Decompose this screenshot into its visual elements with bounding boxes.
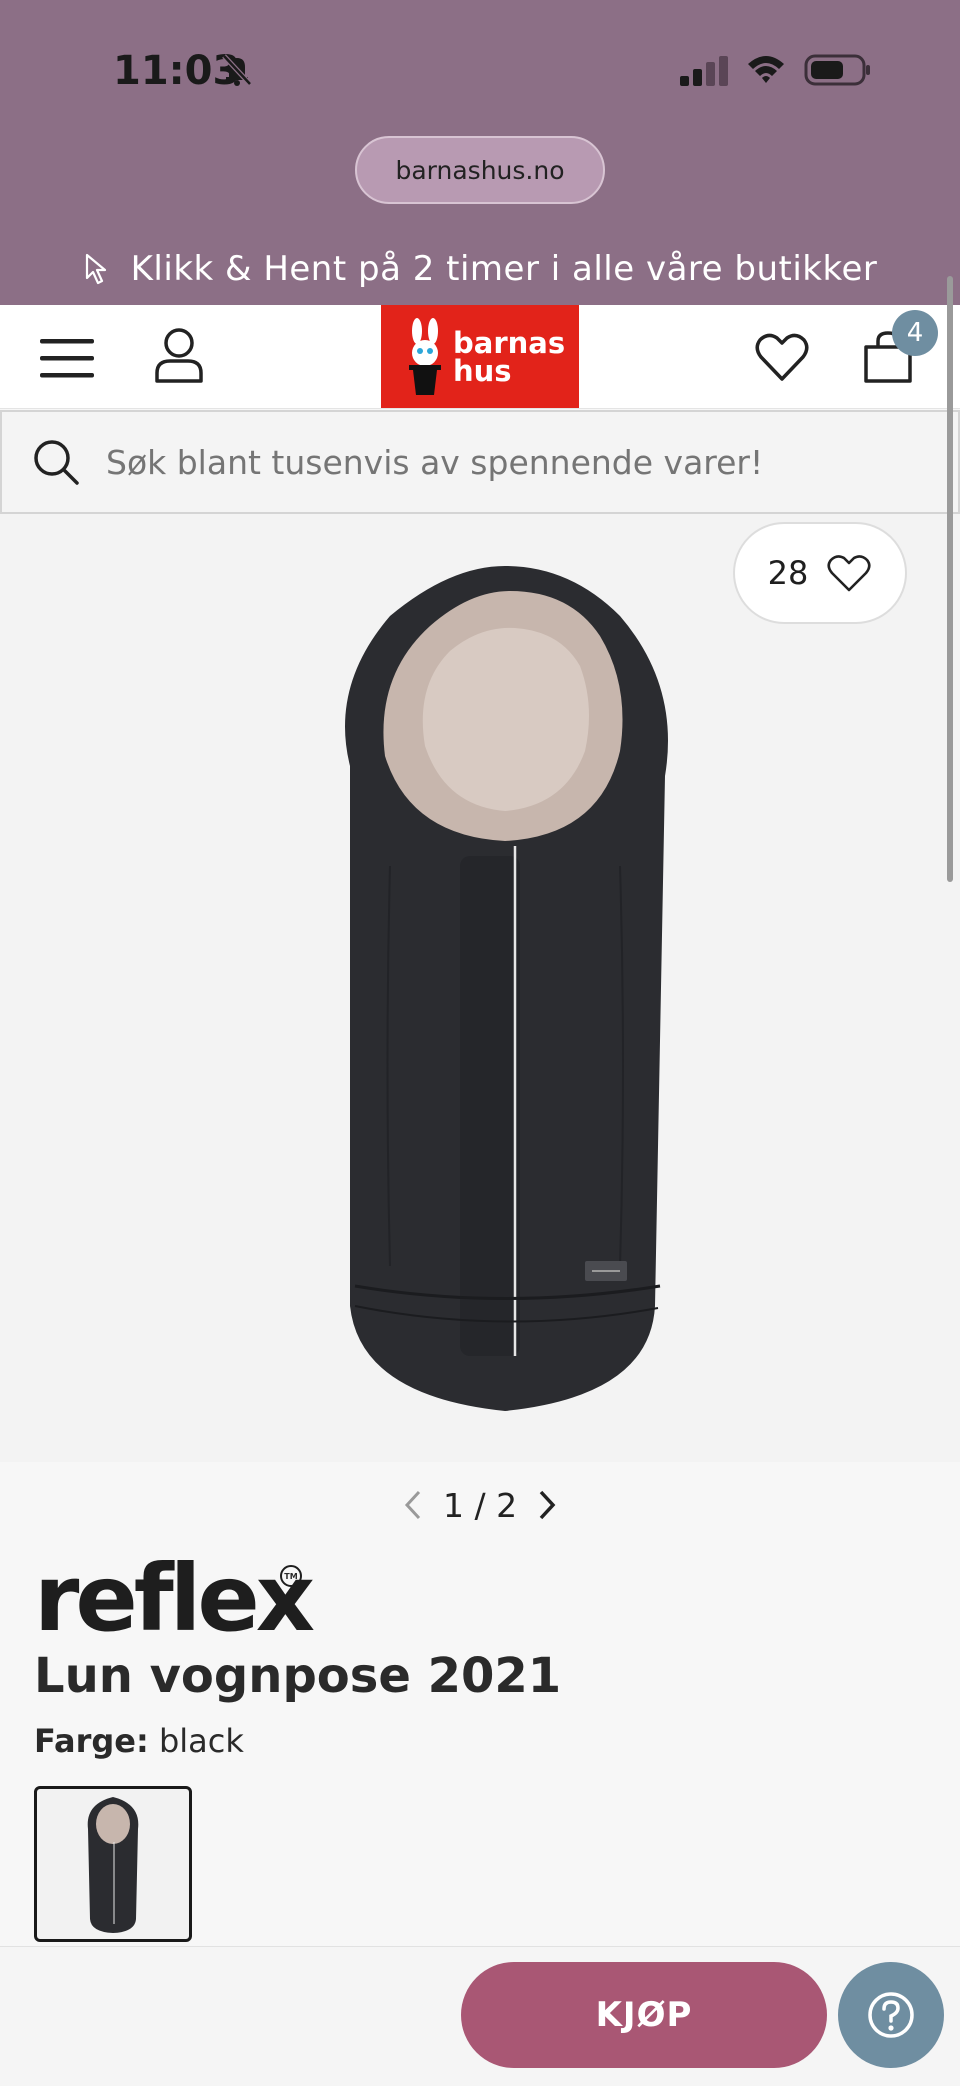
search-bar[interactable] <box>0 410 960 514</box>
promo-banner[interactable]: Klikk & Hent på 2 timer i alle våre buti… <box>0 244 960 294</box>
hamburger-menu-icon[interactable] <box>38 335 96 381</box>
help-button[interactable] <box>838 1962 944 2068</box>
color-value: black <box>158 1722 244 1760</box>
product-thumbnail <box>87 1797 139 1933</box>
brand-name: reflex <box>34 1545 315 1652</box>
pager-current: 1 <box>442 1485 464 1525</box>
wifi-icon <box>748 56 784 83</box>
cart-count-badge: 4 <box>892 310 938 356</box>
page-scrollbar[interactable] <box>947 276 953 882</box>
logo-text-line1: barnas <box>453 325 566 360</box>
chevron-right-icon[interactable] <box>535 1488 559 1522</box>
pager-total: 2 <box>496 1485 518 1525</box>
silent-bell-icon <box>222 54 252 86</box>
color-selection: Farge: black <box>34 1722 244 1760</box>
site-header: barnas hus <box>0 305 960 409</box>
bunny-hat-logo-icon <box>409 317 441 395</box>
product-title: Lun vognpose 2021 <box>34 1648 562 1704</box>
user-account-icon[interactable] <box>152 325 206 385</box>
brand-logo[interactable]: reflex TM <box>34 1545 315 1652</box>
color-swatch-black[interactable] <box>34 1786 192 1942</box>
logo-text-line2: hus <box>453 353 512 388</box>
gallery-pager: 1 / 2 <box>0 1480 960 1530</box>
wishlist-heart-icon[interactable] <box>754 329 810 385</box>
battery-icon <box>804 54 870 86</box>
like-count: 28 <box>767 554 809 592</box>
like-count-button[interactable]: 28 <box>733 522 907 624</box>
heart-icon <box>827 555 871 592</box>
cellular-signal-icon <box>680 56 728 86</box>
product-image <box>345 566 668 1411</box>
status-bar: 11:03 barnashus.no Klikk & Hent på 2 tim… <box>0 0 960 305</box>
search-input[interactable] <box>106 442 926 482</box>
promo-text: Klikk & Hent på 2 timer i alle våre buti… <box>130 249 878 289</box>
chevron-left-icon[interactable] <box>401 1488 425 1522</box>
barnashus-logo[interactable]: barnas hus <box>381 305 579 408</box>
trademark-mark: TM <box>280 1565 302 1587</box>
buy-button[interactable]: KJØP <box>461 1962 827 2068</box>
question-mark-icon <box>868 1992 914 2038</box>
cursor-pointer-icon <box>85 253 106 285</box>
search-icon <box>34 440 79 485</box>
browser-url-bar[interactable]: barnashus.no <box>355 136 605 204</box>
color-label: Farge: <box>34 1722 149 1760</box>
pager-separator: / <box>474 1485 486 1525</box>
